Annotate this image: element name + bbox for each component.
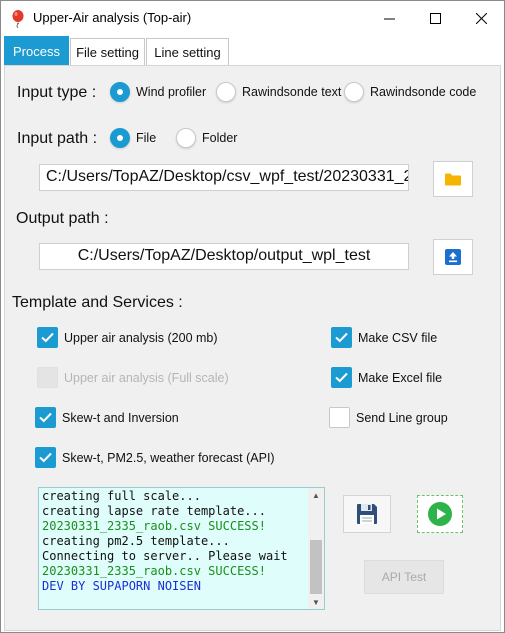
- checkbox-label: Make CSV file: [358, 330, 438, 345]
- output-path-label: Output path :: [16, 210, 109, 227]
- process-panel: Input type : Wind profiler Rawindsonde t…: [4, 65, 501, 631]
- upload-icon: [445, 249, 461, 265]
- radio-indicator: [110, 128, 130, 148]
- log-scrollbar[interactable]: ▲ ▼: [308, 488, 324, 609]
- close-icon: [475, 12, 487, 24]
- input-path-field[interactable]: C:/Users/TopAZ/Desktop/csv_wpf_test/2023…: [39, 164, 409, 191]
- radio-label: Folder: [202, 131, 238, 145]
- tab-process[interactable]: Process: [4, 36, 69, 66]
- scroll-down-icon[interactable]: ▼: [308, 595, 324, 609]
- scroll-thumb[interactable]: [310, 540, 322, 594]
- checkbox-indicator: [37, 367, 58, 388]
- maximize-button[interactable]: [412, 1, 458, 35]
- checkbox-label: Make Excel file: [358, 370, 443, 385]
- log-line: creating lapse rate template...: [42, 504, 266, 518]
- scroll-up-icon[interactable]: ▲: [308, 488, 324, 502]
- tab-label: File setting: [76, 45, 139, 60]
- checkbox-label: Skew-t and Inversion: [62, 410, 179, 425]
- log-line: creating full scale...: [42, 489, 201, 503]
- radio-rawindsonde-code[interactable]: Rawindsonde code: [344, 82, 476, 102]
- api-test-label: API Test: [381, 570, 427, 584]
- browse-input-button[interactable]: [433, 161, 473, 197]
- checkbox-indicator: [331, 367, 352, 388]
- window-title: Upper-Air analysis (Top-air): [33, 10, 192, 25]
- balloon-icon: [12, 10, 24, 28]
- checkbox-indicator: [37, 327, 58, 348]
- checkbox-label: Skew-t, PM2.5, weather forecast (API): [62, 450, 275, 465]
- radio-indicator: [110, 82, 130, 102]
- close-button[interactable]: [458, 1, 504, 35]
- save-button[interactable]: [343, 495, 391, 533]
- radio-label: File: [136, 131, 157, 145]
- log-line: Connecting to server.. Please wait: [42, 549, 288, 563]
- checkbox-indicator: [35, 407, 56, 428]
- api-test-button[interactable]: API Test: [364, 560, 444, 594]
- input-type-label: Input type :: [17, 84, 97, 101]
- app-window: Upper-Air analysis (Top-air) Process Fil…: [0, 0, 505, 633]
- checkbox-make-csv[interactable]: Make CSV file: [331, 327, 437, 348]
- output-path-field[interactable]: C:/Users/TopAZ/Desktop/output_wpl_test: [39, 243, 409, 270]
- log-line: creating pm2.5 template...: [42, 534, 230, 548]
- log-line: DEV BY SUPAPORN NOISEN: [42, 579, 201, 593]
- check-icon: [335, 332, 348, 343]
- tab-label: Line setting: [154, 45, 221, 60]
- radio-file[interactable]: File: [110, 128, 156, 148]
- radio-wind-profiler[interactable]: Wind profiler: [110, 82, 206, 102]
- radio-indicator: [344, 82, 364, 102]
- checkbox-skewt-inversion[interactable]: Skew-t and Inversion: [35, 407, 179, 428]
- log-line: 20230331_2335_raob.csv SUCCESS!: [42, 564, 266, 578]
- play-icon: [428, 502, 452, 526]
- checkbox-make-excel[interactable]: Make Excel file: [331, 367, 442, 388]
- radio-indicator: [176, 128, 196, 148]
- radio-label: Rawindsonde text: [242, 85, 342, 99]
- checkbox-label: Upper air analysis (Full scale): [64, 370, 229, 385]
- checkbox-indicator: [329, 407, 350, 428]
- minimize-button[interactable]: [366, 1, 412, 35]
- checkbox-indicator: [35, 447, 56, 468]
- radio-label: Rawindsonde code: [370, 85, 477, 99]
- tab-file-setting[interactable]: File setting: [70, 38, 145, 66]
- radio-rawindsonde-text[interactable]: Rawindsonde text: [216, 82, 341, 102]
- save-icon: [357, 504, 377, 524]
- checkbox-indicator: [331, 327, 352, 348]
- minimize-icon: [383, 18, 395, 19]
- folder-icon: [445, 173, 461, 185]
- radio-indicator: [216, 82, 236, 102]
- checkbox-skewt-pm25-forecast[interactable]: Skew-t, PM2.5, weather forecast (API): [35, 447, 275, 468]
- log-output[interactable]: creating full scale... creating lapse ra…: [38, 487, 325, 610]
- radio-folder[interactable]: Folder: [176, 128, 237, 148]
- maximize-icon: [429, 12, 441, 24]
- checkbox-upper-air-full-scale: Upper air analysis (Full scale): [37, 367, 229, 388]
- tab-label: Process: [13, 44, 60, 59]
- check-icon: [335, 372, 348, 383]
- checkbox-upper-air-200mb[interactable]: Upper air analysis (200 mb): [37, 327, 218, 348]
- tab-strip: Process File setting Line setting: [4, 36, 504, 66]
- radio-label: Wind profiler: [136, 85, 207, 99]
- check-icon: [39, 412, 52, 423]
- input-path-label: Input path :: [17, 130, 98, 147]
- checkbox-send-line-group[interactable]: Send Line group: [329, 407, 448, 428]
- checkbox-label: Send Line group: [356, 410, 448, 425]
- log-line: 20230331_2335_raob.csv SUCCESS!: [42, 519, 266, 533]
- browse-output-button[interactable]: [433, 239, 473, 275]
- checkbox-label: Upper air analysis (200 mb): [64, 330, 218, 345]
- services-label: Template and Services :: [12, 294, 183, 311]
- run-button[interactable]: [417, 495, 463, 533]
- title-bar: Upper-Air analysis (Top-air): [1, 1, 504, 35]
- check-icon: [39, 452, 52, 463]
- check-icon: [41, 332, 54, 343]
- tab-line-setting[interactable]: Line setting: [146, 38, 229, 66]
